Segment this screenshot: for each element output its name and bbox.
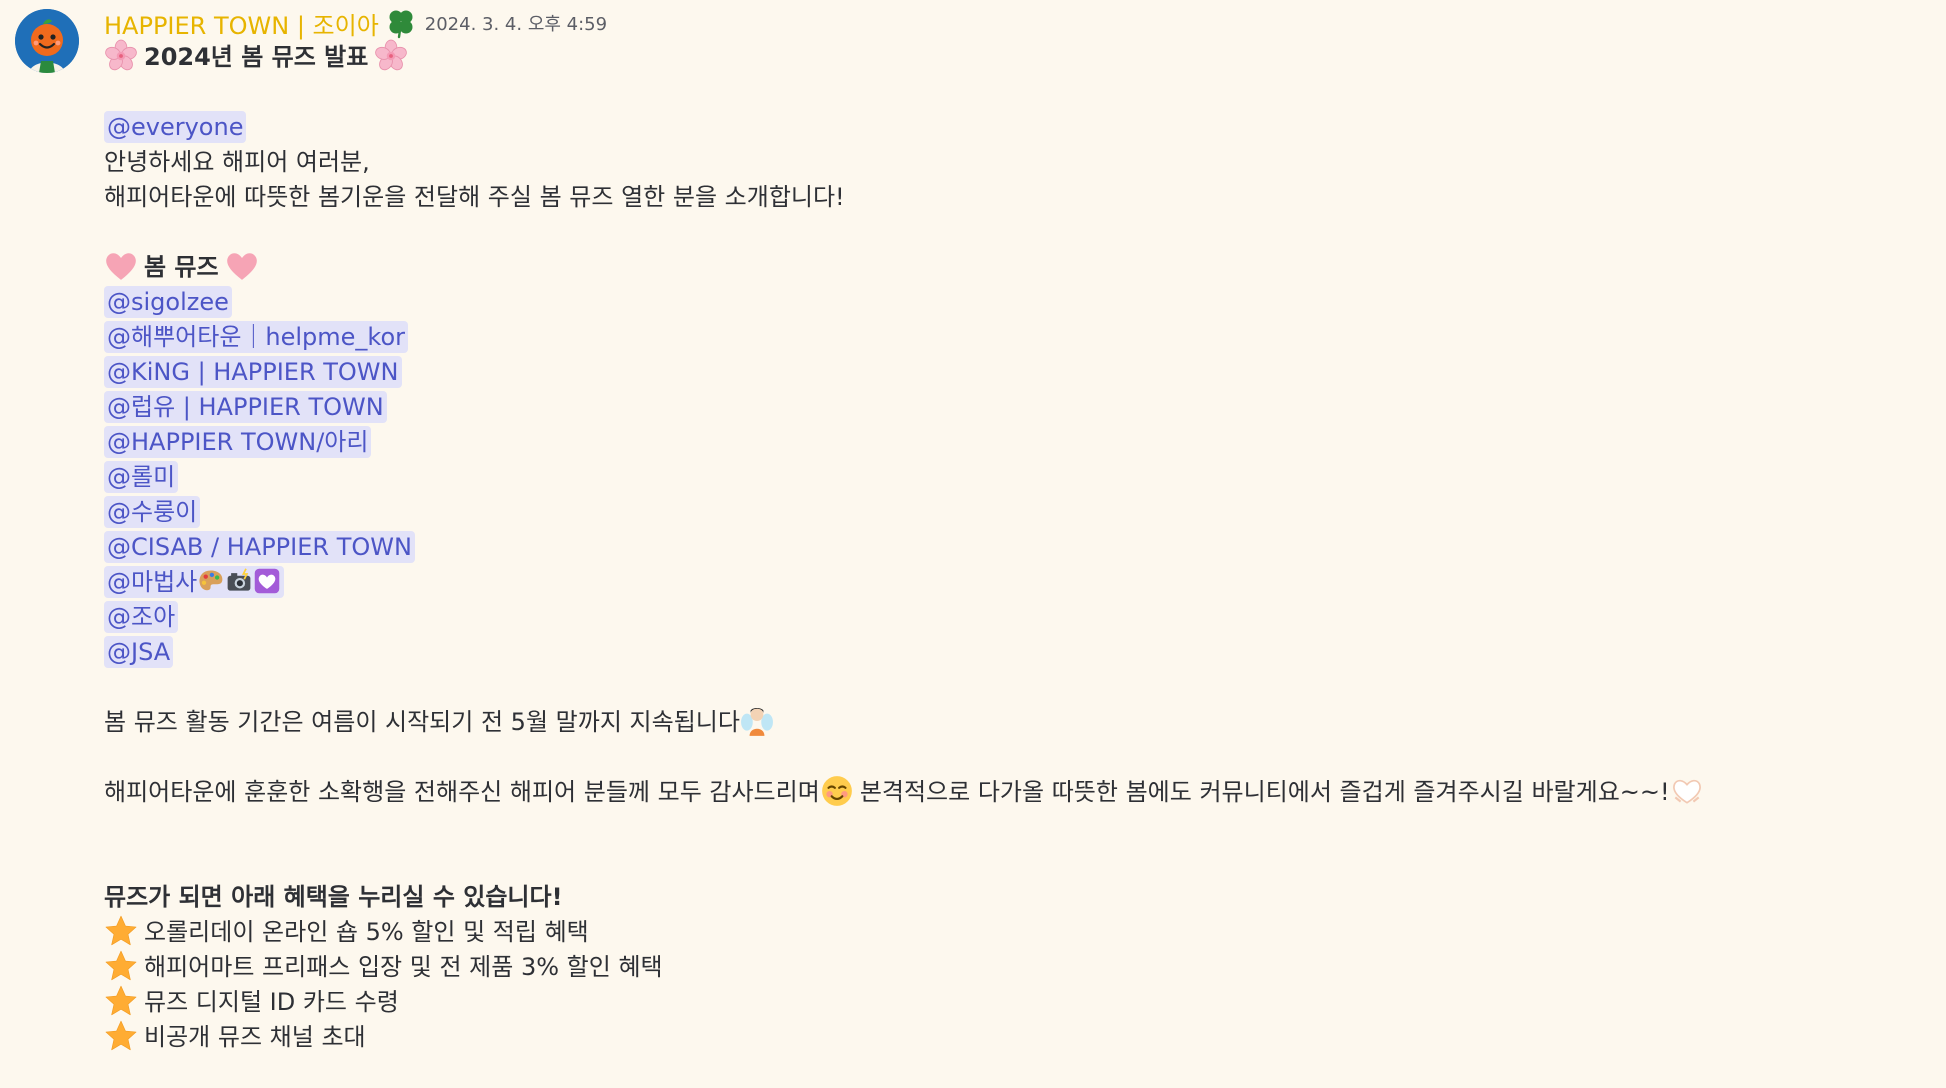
user-mention[interactable]: @sigolzee (104, 286, 232, 318)
mention-line: @조아 (104, 600, 1926, 635)
message-timestamp: 2024. 3. 4. 오후 4:59 (424, 14, 608, 35)
mention-line: @수룽이 (104, 495, 1926, 530)
mention-line: @마법사 (104, 565, 1926, 600)
author-avatar[interactable] (15, 9, 79, 73)
fairy-icon (741, 707, 773, 736)
mention-line: @KiNG | HAPPIER TOWN (104, 355, 1926, 390)
chat-message: HAPPIER TOWN | 조이아 2024. 3. 4. 오후 4:59 2… (0, 0, 1946, 1088)
user-mention-with-emoji[interactable]: @마법사 (104, 566, 285, 598)
star-icon (104, 949, 138, 983)
mention-line: @해뿌어타운｜helpme_kor (104, 320, 1926, 355)
benefit-item: 뮤즈 디지털 ID 카드 수령 (104, 985, 1926, 1020)
period-line: 봄 뮤즈 활동 기간은 여름이 시작되기 전 5월 말까지 지속됩니다 (104, 705, 1926, 740)
four-leaf-clover-icon (385, 7, 417, 39)
thanks-text-1: 해피어타운에 훈훈한 소확행을 전해주신 해피어 분들께 모두 감사드리며 (104, 778, 820, 806)
everyone-line: @everyone (104, 110, 1926, 145)
pink-heart-icon (225, 249, 259, 283)
benefit-item: 비공개 뮤즈 채널 초대 (104, 1020, 1926, 1055)
benefit-text: 뮤즈 디지털 ID 카드 수령 (144, 988, 399, 1016)
period-text: 봄 뮤즈 활동 기간은 여름이 시작되기 전 5월 말까지 지속됩니다 (104, 708, 740, 736)
benefit-item: 오롤리데이 온라인 숍 5% 할인 및 적립 혜택 (104, 915, 1926, 950)
mention-line: @럽유 | HAPPIER TOWN (104, 390, 1926, 425)
section-title-text: 봄 뮤즈 (144, 253, 219, 281)
user-mention[interactable]: @롤미 (104, 461, 179, 493)
thanks-text-2: 본격적으로 다가올 따뜻한 봄에도 커뮤니티에서 즐겁게 즐겨주시길 바랄게요~… (859, 778, 1670, 806)
cherry-blossom-icon (374, 39, 408, 73)
benefit-text: 비공개 뮤즈 채널 초대 (144, 1023, 366, 1051)
user-mention[interactable]: @CISAB / HAPPIER TOWN (104, 531, 415, 563)
artist-palette-icon (199, 570, 223, 591)
benefits-title: 뮤즈가 되면 아래 혜택을 누리실 수 있습니다! (104, 883, 563, 911)
mention-text: @마법사 (107, 568, 198, 596)
user-mention[interactable]: @조아 (104, 601, 179, 633)
heart-decoration-icon (255, 568, 280, 594)
announcement-title: 2024년 봄 뮤즈 발표 (104, 40, 1926, 75)
smiling-face-icon (821, 776, 852, 806)
star-icon (104, 984, 138, 1018)
camera-with-flash-icon (227, 568, 251, 591)
greeting-line: 안녕하세요 해피어 여러분, (104, 148, 370, 176)
user-mention[interactable]: @럽유 | HAPPIER TOWN (104, 391, 387, 423)
cherry-blossom-icon (104, 39, 138, 73)
user-mention[interactable]: @KiNG | HAPPIER TOWN (104, 356, 402, 388)
user-mention[interactable]: @HAPPIER TOWN/아리 (104, 426, 372, 458)
pink-heart-icon (104, 249, 138, 283)
everyone-mention[interactable]: @everyone (104, 111, 247, 143)
intro-line: 해피어타운에 따뜻한 봄기운을 전달해 주실 봄 뮤즈 열한 분을 소개합니다! (104, 183, 845, 211)
mention-line: @HAPPIER TOWN/아리 (104, 425, 1926, 460)
benefit-item: 해피어마트 프리패스 입장 및 전 제품 3% 할인 혜택 (104, 950, 1926, 985)
star-icon (104, 914, 138, 948)
white-heart-hands-icon (1672, 779, 1701, 804)
benefit-text: 해피어마트 프리패스 입장 및 전 제품 3% 할인 혜택 (144, 953, 663, 981)
mention-line: @CISAB / HAPPIER TOWN (104, 530, 1926, 565)
thanks-line: 해피어타운에 훈훈한 소확행을 전해주신 해피어 분들께 모두 감사드리며 본격적… (104, 775, 1926, 810)
author-name[interactable]: HAPPIER TOWN | 조이아 (104, 6, 379, 41)
user-mention[interactable]: @JSA (104, 636, 174, 668)
benefit-text: 오롤리데이 온라인 숍 5% 할인 및 적립 혜택 (144, 918, 589, 946)
user-mention[interactable]: @수룽이 (104, 496, 201, 528)
mention-line: @JSA (104, 635, 1926, 670)
message-content: HAPPIER TOWN | 조이아 2024. 3. 4. 오후 4:59 2… (104, 6, 1926, 1055)
mention-line: @롤미 (104, 460, 1926, 495)
message-header: HAPPIER TOWN | 조이아 2024. 3. 4. 오후 4:59 (104, 6, 1926, 40)
title-text: 2024년 봄 뮤즈 발표 (144, 43, 369, 71)
mention-line: @sigolzee (104, 285, 1926, 320)
star-icon (104, 1019, 138, 1053)
user-mention[interactable]: @해뿌어타운｜helpme_kor (104, 321, 409, 353)
section-title: 봄 뮤즈 (104, 250, 1926, 285)
